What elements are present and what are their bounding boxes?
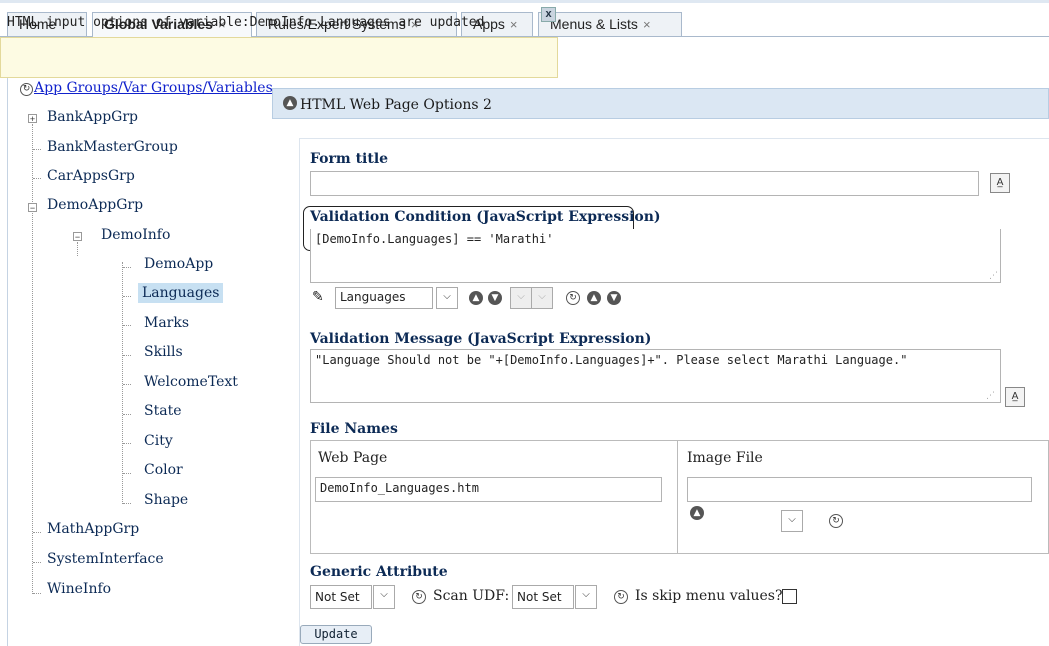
tree-guide [33,593,41,594]
arrow-up-icon[interactable]: ▲ [469,291,483,305]
refresh-icon[interactable]: ↻ [829,514,843,528]
notification-text: HTML input options of variable:DemoInfo.… [7,15,485,30]
tree-node-demoapp[interactable]: DemoApp [144,256,213,272]
close-icon[interactable]: × [643,17,651,32]
tree-node-languages[interactable]: Languages [138,283,224,303]
generic-attribute-label: Generic Attribute [310,564,448,580]
update-notification [0,37,558,78]
tree-guide [123,296,131,297]
chevron-down-icon[interactable]: ⌵ [781,510,803,532]
chevron-down-icon[interactable]: ⌵ [373,585,395,609]
tree-node-color[interactable]: Color [144,462,183,478]
file-names-divider [677,440,678,554]
tree-guide [122,262,123,504]
refresh-icon[interactable]: ↻ [566,291,580,305]
tree-guide [123,443,131,444]
translate-icon[interactable]: A̲ [990,173,1010,193]
refresh-icon[interactable]: ↻ [20,83,33,96]
pencil-icon[interactable]: ✎ [312,289,324,305]
collapse-icon[interactable]: ▲ [283,96,297,110]
image-file-input[interactable] [687,477,1032,502]
scan-udf-select[interactable]: Not Set [512,585,574,609]
tree-guide [123,503,131,504]
tree-node-welcometext[interactable]: WelcomeText [144,374,238,390]
refresh-icon[interactable]: ↻ [412,590,426,604]
web-page-label: Web Page [318,450,388,466]
tree-node-carappsgrp[interactable]: CarAppsGrp [47,168,135,184]
validation-message-label: Validation Message (JavaScript Expressio… [310,331,652,347]
collapse-icon[interactable]: − [73,232,82,242]
tree-node-demoinfo[interactable]: DemoInfo [101,227,170,243]
close-icon[interactable]: × [510,17,518,32]
form-title-label: Form title [310,151,389,167]
resize-handle[interactable]: ⋰ [986,391,995,401]
tree-guide [123,325,131,326]
arrow-up-icon[interactable]: ▲ [587,291,601,305]
arrow-down-icon[interactable]: ▼ [607,291,621,305]
variable-select[interactable]: Languages [335,287,433,309]
form-title-input[interactable] [310,171,979,196]
left-pane-border [7,78,8,646]
expand-icon[interactable]: + [28,114,37,124]
tree-node-demoappgrp[interactable]: DemoAppGrp [47,197,143,213]
chevron-down-icon: ⌵ [531,287,553,309]
chevron-down-icon[interactable]: ⌵ [436,287,458,309]
tree-guide [123,355,131,356]
tab-label: Menus & Lists [550,16,638,32]
tree-guide [33,562,41,563]
panel-title: HTML Web Page Options 2 [300,97,492,113]
skip-menu-label: Is skip menu values? [635,588,783,604]
arrow-up-icon[interactable]: ▲ [690,506,704,520]
file-names-label: File Names [310,421,398,437]
tree-guide [33,532,41,533]
tree-node-wineinfo[interactable]: WineInfo [47,581,111,597]
generic-attribute-select[interactable]: Not Set [310,585,372,609]
tree-guide [33,149,41,150]
tab-menus-lists[interactable]: Menus & Lists × [538,12,682,36]
tree-node-systeminterface[interactable]: SystemInterface [47,551,164,567]
tree-node-bankappgrp[interactable]: BankAppGrp [47,109,138,125]
tree-guide [123,473,131,474]
tree-node-mathappgrp[interactable]: MathAppGrp [47,521,139,537]
validation-message-input[interactable]: "Language Should not be "+[DemoInfo.Lang… [310,349,1001,403]
tree-guide [123,414,131,415]
close-notification-button[interactable]: x [541,7,556,22]
collapse-icon[interactable]: − [28,203,37,213]
tree-guide [77,242,78,256]
validation-condition-input[interactable]: [DemoInfo.Languages] == 'Marathi' [310,229,1001,283]
chevron-down-icon[interactable]: ⌵ [510,287,532,309]
resize-handle[interactable]: ⋰ [989,271,998,281]
update-button[interactable]: Update [300,625,372,644]
scan-udf-label: Scan UDF: [433,588,510,604]
tree-guide [32,124,33,594]
tree-guide [33,178,41,179]
refresh-icon[interactable]: ↻ [614,590,628,604]
skip-menu-checkbox[interactable] [782,589,797,604]
tree-node-bankmastergroup[interactable]: BankMasterGroup [47,139,178,155]
tree-guide [123,267,131,268]
image-file-label: Image File [687,450,763,466]
chevron-down-icon[interactable]: ⌵ [575,585,597,609]
validation-condition-label: Validation Condition (JavaScript Express… [310,209,661,225]
tree-node-state[interactable]: State [144,403,181,419]
arrow-down-icon[interactable]: ▼ [488,291,502,305]
translate-icon[interactable]: A̲ [1005,387,1025,407]
tree-guide [123,384,131,385]
tree-node-shape[interactable]: Shape [144,492,188,508]
tree-node-marks[interactable]: Marks [144,315,189,331]
tree-root-link[interactable]: App Groups/Var Groups/Variables [34,80,273,96]
tree-node-skills[interactable]: Skills [144,344,183,360]
tree-node-city[interactable]: City [144,433,173,449]
web-page-input[interactable]: DemoInfo_Languages.htm [315,477,662,502]
